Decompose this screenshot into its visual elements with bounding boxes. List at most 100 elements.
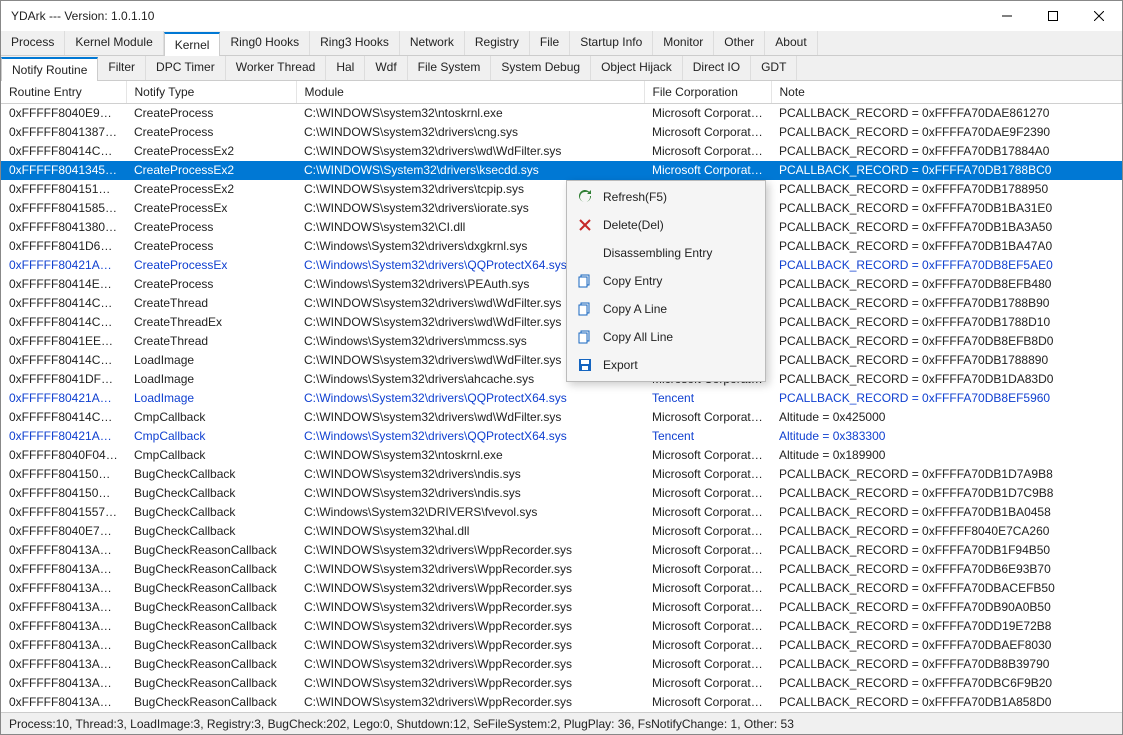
cell-entry: 0xFFFFF804150DCB50	[1, 465, 126, 484]
table-row[interactable]: 0xFFFFF80414C6D7F0LoadImageC:\WINDOWS\sy…	[1, 351, 1122, 370]
cell-type: CmpCallback	[126, 446, 296, 465]
tab-ring0-hooks[interactable]: Ring0 Hooks	[220, 31, 310, 55]
table-row[interactable]: 0xFFFFF80414C5FF00CmpCallbackC:\WINDOWS\…	[1, 408, 1122, 427]
table-row[interactable]: 0xFFFFF80414EA3FC0CreateProcessC:\Window…	[1, 275, 1122, 294]
tab-monitor[interactable]: Monitor	[653, 31, 714, 55]
maximize-button[interactable]	[1030, 1, 1076, 31]
cell-note: PCALLBACK_RECORD = 0xFFFFA70DB8EFB8D0	[771, 332, 1122, 351]
table-row[interactable]: 0xFFFFF80413A12890BugCheckReasonCallback…	[1, 693, 1122, 712]
table-row[interactable]: 0xFFFFF8041585D930CreateProcessExC:\WIND…	[1, 199, 1122, 218]
tab-about[interactable]: About	[765, 31, 817, 55]
table-row[interactable]: 0xFFFFF80414C6E3C0CreateThreadC:\WINDOWS…	[1, 294, 1122, 313]
table-row[interactable]: 0xFFFFF80413A12890BugCheckReasonCallback…	[1, 636, 1122, 655]
close-button[interactable]	[1076, 1, 1122, 31]
column-header[interactable]: Module	[296, 81, 644, 104]
table-row[interactable]: 0xFFFFF8041EE41060CreateThreadC:\Windows…	[1, 332, 1122, 351]
table-row[interactable]: 0xFFFFF80413A12830BugCheckReasonCallback…	[1, 617, 1122, 636]
subtab-notify-routine[interactable]: Notify Routine	[1, 57, 98, 81]
menu-item-delete-del-[interactable]: Delete(Del)	[569, 211, 763, 239]
subtab-object-hijack[interactable]: Object Hijack	[591, 56, 683, 80]
cell-module: C:\WINDOWS\system32\drivers\ndis.sys	[296, 484, 644, 503]
cell-note: PCALLBACK_RECORD = 0xFFFFF8040E7CA260	[771, 522, 1122, 541]
subtab-wdf[interactable]: Wdf	[365, 56, 407, 80]
cell-module: C:\WINDOWS\system32\drivers\wd\WdFilter.…	[296, 142, 644, 161]
table-row[interactable]: 0xFFFFF80413A12890BugCheckReasonCallback…	[1, 598, 1122, 617]
table-row[interactable]: 0xFFFFF804138054D0CreateProcessC:\WINDOW…	[1, 218, 1122, 237]
table-row[interactable]: 0xFFFFF8041345B420CreateProcessEx2C:\WIN…	[1, 161, 1122, 180]
cell-note: PCALLBACK_RECORD = 0xFFFFA70DBAEF8030	[771, 636, 1122, 655]
minimize-button[interactable]	[984, 1, 1030, 31]
table-row[interactable]: 0xFFFFF80413A12890BugCheckReasonCallback…	[1, 579, 1122, 598]
table-row[interactable]: 0xFFFFF8040E921670CreateProcessC:\WINDOW…	[1, 104, 1122, 124]
table-row[interactable]: 0xFFFFF8040E760BC0BugCheckCallbackC:\WIN…	[1, 522, 1122, 541]
tab-registry[interactable]: Registry	[465, 31, 530, 55]
cell-entry: 0xFFFFF80414EA3FC0	[1, 275, 126, 294]
table-row[interactable]: 0xFFFFF804151DD9F0CreateProcessEx2C:\WIN…	[1, 180, 1122, 199]
cell-note: PCALLBACK_RECORD = 0xFFFFA70DB1788B90	[771, 294, 1122, 313]
cell-note: Altitude = 0x189900	[771, 446, 1122, 465]
cell-module: C:\Windows\System32\drivers\QQProtectX64…	[296, 427, 644, 446]
menu-item-copy-all-line[interactable]: Copy All Line	[569, 323, 763, 351]
tab-ring3-hooks[interactable]: Ring3 Hooks	[310, 31, 400, 55]
cell-module: C:\WINDOWS\system32\drivers\cng.sys	[296, 123, 644, 142]
subtab-system-debug[interactable]: System Debug	[491, 56, 591, 80]
subtab-dpc-timer[interactable]: DPC Timer	[146, 56, 226, 80]
subtab-direct-io[interactable]: Direct IO	[683, 56, 751, 80]
table-row[interactable]: 0xFFFFF80414C6CF90CreateProcessEx2C:\WIN…	[1, 142, 1122, 161]
cell-module: C:\Windows\System32\DRIVERS\fvevol.sys	[296, 503, 644, 522]
menu-item-disassembling-entry[interactable]: Disassembling Entry	[569, 239, 763, 267]
subtab-gdt[interactable]: GDT	[751, 56, 797, 80]
table-row[interactable]: 0xFFFFF80414C6E1A0CreateThreadExC:\WINDO…	[1, 313, 1122, 332]
tab-file[interactable]: File	[530, 31, 570, 55]
cell-type: LoadImage	[126, 370, 296, 389]
tab-process[interactable]: Process	[1, 31, 65, 55]
column-header[interactable]: File Corporation	[644, 81, 771, 104]
menu-item-refresh-f5-[interactable]: Refresh(F5)	[569, 183, 763, 211]
table-row[interactable]: 0xFFFFF8041DF5B210LoadImageC:\Windows\Sy…	[1, 370, 1122, 389]
tab-startup-info[interactable]: Startup Info	[570, 31, 653, 55]
table-row[interactable]: 0xFFFFF80421AD61ECCmpCallbackC:\Windows\…	[1, 427, 1122, 446]
menu-item-copy-a-line[interactable]: Copy A Line	[569, 295, 763, 323]
tab-kernel-module[interactable]: Kernel Module	[65, 31, 163, 55]
cell-entry: 0xFFFFF80414C6D7F0	[1, 351, 126, 370]
table-row[interactable]: 0xFFFFF80413A12890BugCheckReasonCallback…	[1, 541, 1122, 560]
table-row[interactable]: 0xFFFFF8041557B4E0BugCheckCallbackC:\Win…	[1, 503, 1122, 522]
tab-kernel[interactable]: Kernel	[164, 32, 221, 56]
cell-entry: 0xFFFFF80414C6CF90	[1, 142, 126, 161]
table-row[interactable]: 0xFFFFF8041D696AA0CreateProcessC:\Window…	[1, 237, 1122, 256]
cell-corp: Microsoft Corporation	[644, 693, 771, 712]
cell-entry: 0xFFFFF80421AD61EC	[1, 427, 126, 446]
table-row[interactable]: 0xFFFFF80413A12890BugCheckReasonCallback…	[1, 674, 1122, 693]
cell-note: PCALLBACK_RECORD = 0xFFFFA70DB1788D10	[771, 313, 1122, 332]
menu-item-label: Copy Entry	[603, 274, 662, 288]
cell-note: PCALLBACK_RECORD = 0xFFFFA70DB1788890	[771, 351, 1122, 370]
subtab-filter[interactable]: Filter	[98, 56, 146, 80]
subtab-hal[interactable]: Hal	[326, 56, 365, 80]
subtab-worker-thread[interactable]: Worker Thread	[226, 56, 327, 80]
tab-network[interactable]: Network	[400, 31, 465, 55]
table-row[interactable]: 0xFFFFF80413877220CreateProcessC:\WINDOW…	[1, 123, 1122, 142]
cell-note: PCALLBACK_RECORD = 0xFFFFA70DB6E93B70	[771, 560, 1122, 579]
cell-entry: 0xFFFFF8041D696AA0	[1, 237, 126, 256]
table-row[interactable]: 0xFFFFF80421AD618CLoadImageC:\Windows\Sy…	[1, 389, 1122, 408]
table-row[interactable]: 0xFFFFF80421AD601CCreateProcessExC:\Wind…	[1, 256, 1122, 275]
cell-note: PCALLBACK_RECORD = 0xFFFFA70DB8EF5AE0	[771, 256, 1122, 275]
column-header[interactable]: Routine Entry	[1, 81, 126, 104]
table-row[interactable]: 0xFFFFF80413A12890BugCheckReasonCallback…	[1, 655, 1122, 674]
table-row[interactable]: 0xFFFFF80413A12890BugCheckReasonCallback…	[1, 560, 1122, 579]
cell-module: C:\WINDOWS\system32\drivers\wd\WdFilter.…	[296, 408, 644, 427]
menu-item-copy-entry[interactable]: Copy Entry	[569, 267, 763, 295]
table-row[interactable]: 0xFFFFF8040F0438E0CmpCallbackC:\WINDOWS\…	[1, 446, 1122, 465]
column-header[interactable]: Notify Type	[126, 81, 296, 104]
cell-entry: 0xFFFFF80413A12890	[1, 693, 126, 712]
cell-type: CreateProcessEx2	[126, 142, 296, 161]
cell-note: PCALLBACK_RECORD = 0xFFFFA70DB1788950	[771, 180, 1122, 199]
cell-module: C:\WINDOWS\system32\ntoskrnl.exe	[296, 446, 644, 465]
table-row[interactable]: 0xFFFFF804150DCB50BugCheckCallbackC:\WIN…	[1, 465, 1122, 484]
tab-other[interactable]: Other	[714, 31, 765, 55]
menu-item-label: Export	[603, 358, 638, 372]
column-header[interactable]: Note	[771, 81, 1122, 104]
table-row[interactable]: 0xFFFFF804150DCB50BugCheckCallbackC:\WIN…	[1, 484, 1122, 503]
menu-item-export[interactable]: Export	[569, 351, 763, 379]
subtab-file-system[interactable]: File System	[408, 56, 492, 80]
